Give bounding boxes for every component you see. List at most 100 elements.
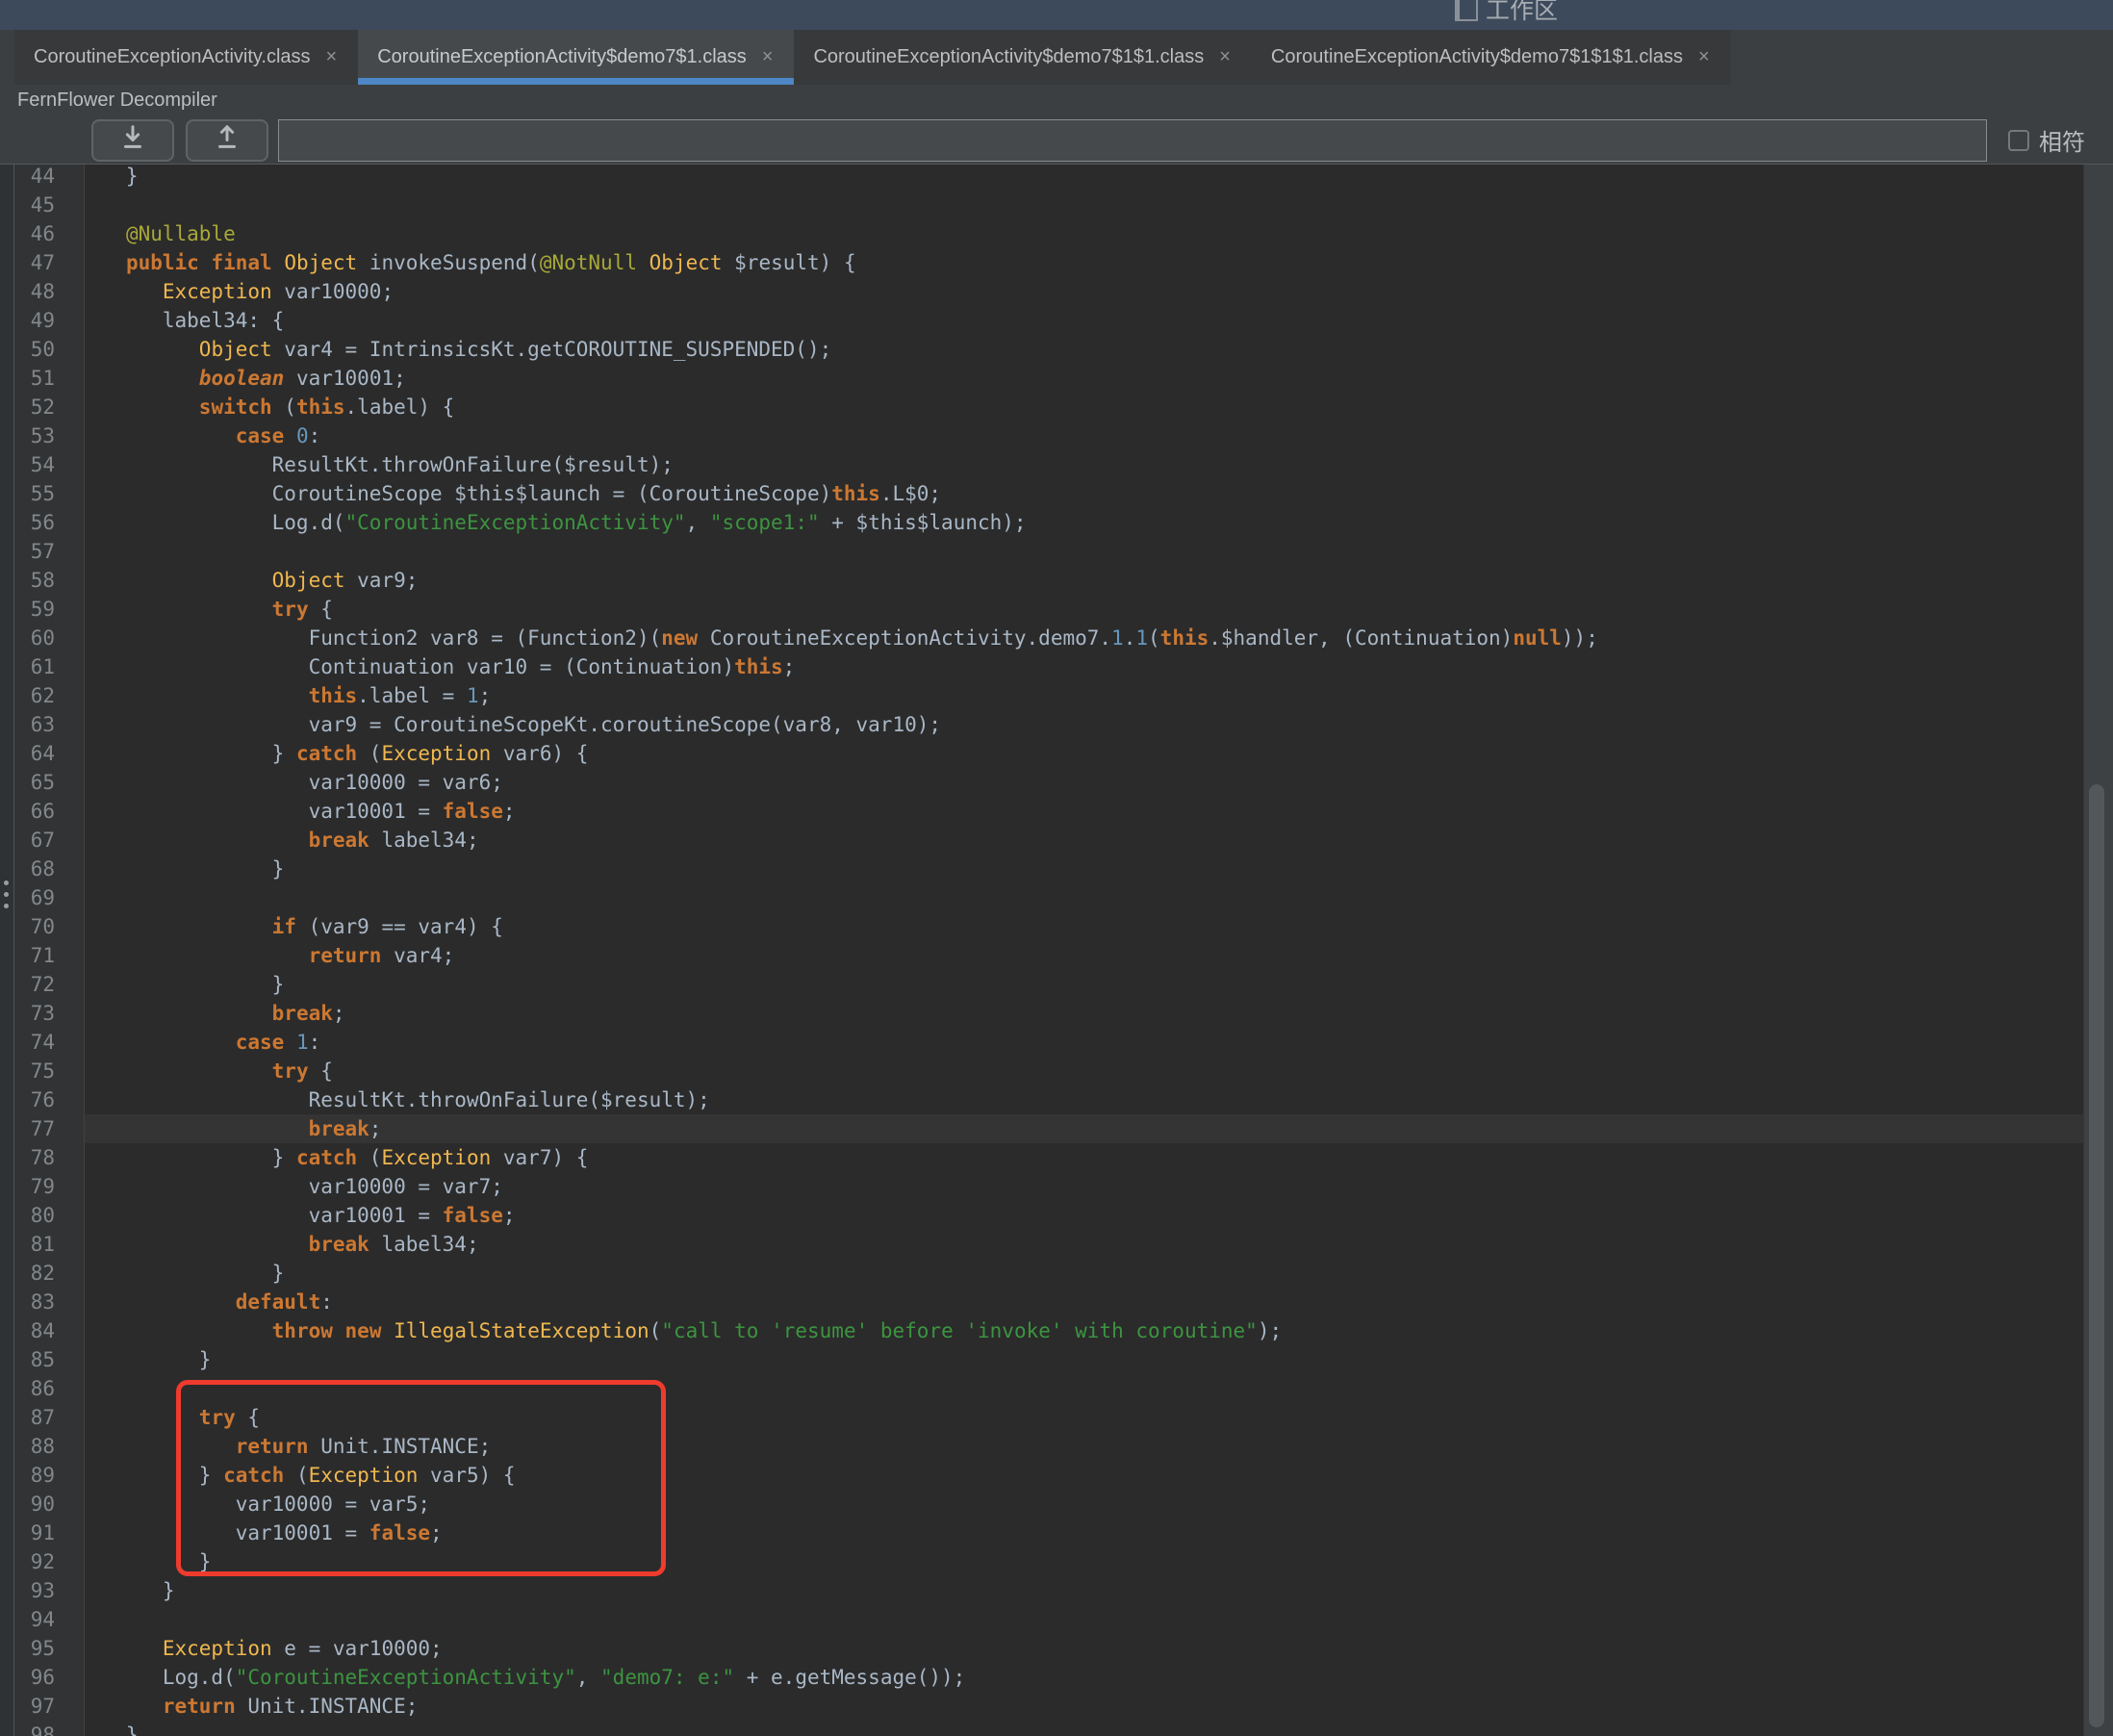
download-button[interactable] (91, 118, 174, 162)
upload-icon (213, 123, 242, 157)
code-line[interactable]: 62 this.label = 1; (0, 681, 2113, 710)
code-text: } (89, 165, 139, 188)
upload-button[interactable] (186, 118, 268, 162)
left-gutter-strip (0, 165, 14, 1736)
code-line[interactable]: 82 } (0, 1259, 2113, 1288)
code-text: try { (271, 598, 333, 621)
search-input[interactable] (278, 118, 1987, 162)
code-line[interactable]: 54 ResultKt.throwOnFailure($result); (0, 450, 2113, 479)
tab-2[interactable]: CoroutineExceptionActivity$demo7$1.class… (358, 30, 795, 85)
code-line[interactable]: 65 var10000 = var6; (0, 768, 2113, 797)
code-text: switch (this.label) { (198, 396, 455, 419)
code-line[interactable]: 55 CoroutineScope $this$launch = (Corout… (0, 479, 2113, 508)
tab-close-icon[interactable]: × (760, 46, 776, 68)
code-line[interactable]: 47 public final Object invokeSuspend(@No… (0, 248, 2113, 277)
scrollbar-thumb[interactable] (2089, 784, 2104, 1727)
code-text: label34: { (89, 309, 285, 332)
code-text: public final Object invokeSuspend(@NotNu… (125, 251, 856, 274)
code-text: this.label = 1; (308, 684, 492, 707)
code-line[interactable]: 76 ResultKt.throwOnFailure($result); (0, 1085, 2113, 1114)
code-line[interactable]: 93 } (0, 1576, 2113, 1605)
code-line[interactable]: 75 try { (0, 1057, 2113, 1085)
code-line[interactable]: 96 Log.d("CoroutineExceptionActivity", "… (0, 1663, 2113, 1692)
code-line[interactable]: 94 (0, 1605, 2113, 1634)
code-line[interactable]: 67 break label34; (0, 826, 2113, 855)
code-line[interactable]: 83 default: (0, 1288, 2113, 1316)
download-icon (118, 123, 147, 157)
tab-1[interactable]: CoroutineExceptionActivity.class × (14, 30, 359, 85)
code-line[interactable]: 80 var10001 = false; (0, 1201, 2113, 1230)
code-line[interactable]: 44 } (0, 165, 2113, 191)
code-editor: 44 } 45 46 @Nullable 47 public final Objec… (0, 165, 2113, 1736)
code-text: return Unit.INSTANCE; (162, 1695, 419, 1718)
code-line[interactable]: 63 var9 = CoroutineScopeKt.coroutineScop… (0, 710, 2113, 739)
code-text: break label34; (308, 829, 479, 852)
code-text: break; (271, 1002, 345, 1025)
tab-close-icon[interactable]: × (1696, 46, 1712, 68)
tab-label: CoroutineExceptionActivity$demo7$1$1$1.c… (1270, 46, 1683, 67)
code-line[interactable]: 59 try { (0, 595, 2113, 624)
code-text: boolean var10001; (198, 367, 406, 390)
code-line[interactable]: 85 } (0, 1345, 2113, 1374)
match-checkbox[interactable] (2008, 129, 2029, 151)
code-line[interactable]: 95 Exception e = var10000; (0, 1634, 2113, 1663)
tab-4[interactable]: CoroutineExceptionActivity$demo7$1$1$1.c… (1251, 30, 1731, 85)
code-text: } (89, 1262, 285, 1285)
code-line[interactable]: 57 (0, 537, 2113, 566)
code-text: default: (235, 1290, 333, 1314)
code-text: } (89, 1348, 212, 1371)
code-line[interactable]: 68 } (0, 855, 2113, 883)
decompiler-window: 工作区 CoroutineExceptionActivity.class × Cor… (0, 0, 2113, 1736)
code-text: } (89, 857, 285, 881)
tab-3[interactable]: CoroutineExceptionActivity$demo7$1$1.cla… (794, 30, 1252, 85)
code-line[interactable]: 73 break; (0, 999, 2113, 1028)
code-text: if (var9 == var4) { (271, 915, 503, 938)
code-line[interactable]: 81 break label34; (0, 1230, 2113, 1259)
code-text: Log.d("CoroutineExceptionActivity", "sco… (89, 511, 1027, 534)
code-line[interactable]: 70 if (var9 == var4) { (0, 912, 2113, 941)
code-text: ResultKt.throwOnFailure($result); (89, 453, 674, 476)
code-line[interactable]: 51 boolean var10001; (0, 364, 2113, 393)
drag-handle-icon[interactable] (4, 881, 9, 908)
code-line[interactable]: 45 (0, 191, 2113, 219)
code-line[interactable]: 52 switch (this.label) { (0, 393, 2113, 421)
tab-label: CoroutineExceptionActivity$demo7$1.class (377, 46, 747, 67)
code-line[interactable]: 84 throw new IllegalStateException("call… (0, 1316, 2113, 1345)
code-line[interactable]: 66 var10001 = false; (0, 797, 2113, 826)
code-line[interactable]: 60 Function2 var8 = (Function2)(new Coro… (0, 624, 2113, 652)
tab-close-icon[interactable]: × (1217, 46, 1233, 68)
code-line[interactable]: 56 Log.d("CoroutineExceptionActivity", "… (0, 508, 2113, 537)
code-line[interactable]: 79 var10000 = var7; (0, 1172, 2113, 1201)
code-line[interactable]: 58 Object var9; (0, 566, 2113, 595)
workspace-button[interactable]: 工作区 (1455, 0, 1558, 26)
code-line[interactable]: 78 } catch (Exception var7) { (0, 1143, 2113, 1172)
code-line[interactable]: 46 @Nullable (0, 219, 2113, 248)
code-text: Function2 var8 = (Function2)(new Corouti… (89, 626, 1598, 650)
code-line[interactable]: 98 } (0, 1721, 2113, 1736)
code-text: return var4; (308, 944, 455, 967)
code-text: } (89, 973, 285, 996)
code-text: CoroutineScope $this$launch = (Coroutine… (89, 482, 942, 505)
code-line[interactable]: 48 Exception var10000; (0, 277, 2113, 306)
code-line[interactable]: 74 case 1: (0, 1028, 2113, 1057)
code-line[interactable]: 50 Object var4 = IntrinsicsKt.getCOROUTI… (0, 335, 2113, 364)
code-line[interactable]: 97 return Unit.INSTANCE; (0, 1692, 2113, 1721)
decompiler-title: FernFlower Decompiler (17, 89, 217, 111)
code-line[interactable]: 64 } catch (Exception var6) { (0, 739, 2113, 768)
code-text: break; (85, 1114, 2113, 1143)
code-line[interactable]: 72 } (0, 970, 2113, 999)
code-line[interactable]: 69 (0, 883, 2113, 912)
code-line[interactable]: 71 return var4; (0, 941, 2113, 970)
code-line[interactable]: 53 case 0: (0, 421, 2113, 450)
code-line[interactable]: 77 break; (0, 1114, 2113, 1143)
tab-close-icon[interactable]: × (324, 46, 340, 68)
code-line[interactable]: 49 label34: { (0, 306, 2113, 335)
code-line[interactable]: 61 Continuation var10 = (Continuation)th… (0, 652, 2113, 681)
code-text: Exception var10000; (162, 280, 395, 303)
code-text: try { (271, 1059, 333, 1083)
code-text: Object var9; (271, 569, 419, 592)
code-text: } (89, 1579, 175, 1602)
